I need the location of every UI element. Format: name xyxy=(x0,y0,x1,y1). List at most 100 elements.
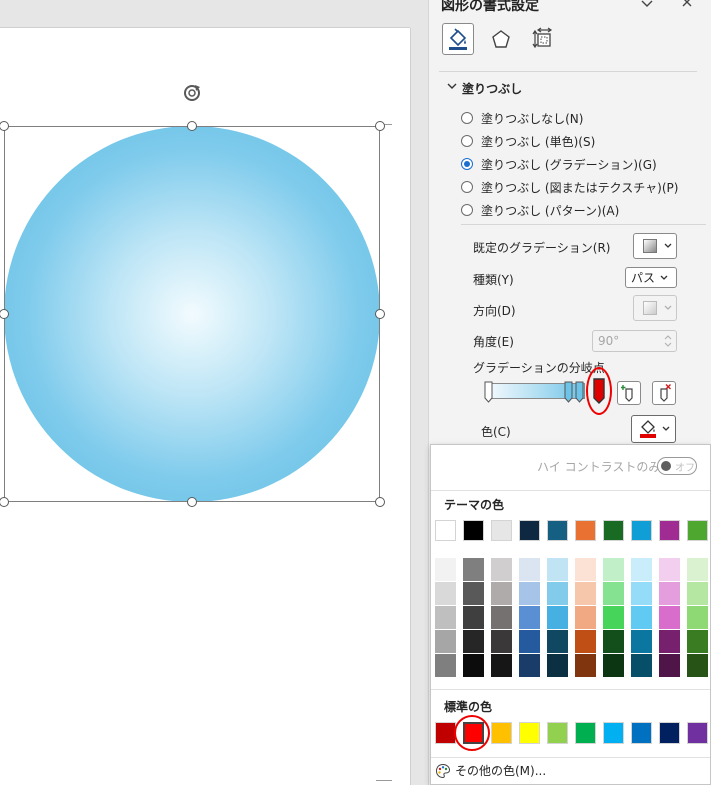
theme-color-swatch[interactable] xyxy=(519,520,540,541)
theme-shade-swatch[interactable] xyxy=(659,558,680,581)
resize-handle-se[interactable] xyxy=(375,497,385,507)
theme-shade-swatch[interactable] xyxy=(687,654,708,677)
tab-size-properties[interactable] xyxy=(527,23,559,55)
theme-shade-swatch[interactable] xyxy=(575,630,596,653)
standard-color-swatch[interactable] xyxy=(519,722,540,744)
theme-shade-swatch[interactable] xyxy=(575,582,596,605)
radio-button[interactable] xyxy=(461,112,473,124)
tab-fill-line[interactable] xyxy=(442,23,474,55)
gradient-stop-2[interactable] xyxy=(564,381,573,403)
radio-button[interactable] xyxy=(461,204,473,216)
standard-color-swatch[interactable] xyxy=(603,722,624,744)
standard-color-swatch[interactable] xyxy=(435,722,456,744)
gradient-stop-1[interactable] xyxy=(484,381,493,403)
theme-shade-swatch[interactable] xyxy=(519,654,540,677)
theme-color-swatch[interactable] xyxy=(687,520,708,541)
standard-color-swatch[interactable] xyxy=(547,722,568,744)
theme-shade-swatch[interactable] xyxy=(659,654,680,677)
radio-button-selected[interactable] xyxy=(461,158,473,170)
theme-shade-swatch[interactable] xyxy=(575,558,596,581)
theme-shade-swatch[interactable] xyxy=(491,606,512,629)
theme-shade-swatch[interactable] xyxy=(519,606,540,629)
gradient-type-dropdown[interactable]: パス xyxy=(625,267,677,288)
theme-color-swatch[interactable] xyxy=(631,520,652,541)
theme-shade-swatch[interactable] xyxy=(547,606,568,629)
theme-shade-swatch[interactable] xyxy=(603,606,624,629)
more-colors-button[interactable]: その他の色(M)... xyxy=(435,762,546,779)
theme-shade-swatch[interactable] xyxy=(547,630,568,653)
theme-shade-swatch[interactable] xyxy=(659,606,680,629)
theme-shade-swatch[interactable] xyxy=(603,630,624,653)
radio-picture-fill[interactable]: 塗りつぶし (図またはテクスチャ)(P) xyxy=(461,178,678,196)
theme-shade-swatch[interactable] xyxy=(463,606,484,629)
radio-solid-fill[interactable]: 塗りつぶし (単色)(S) xyxy=(461,132,595,150)
theme-shade-swatch[interactable] xyxy=(631,558,652,581)
resize-handle-n[interactable] xyxy=(187,121,197,131)
standard-color-swatch[interactable] xyxy=(491,722,512,744)
gradient-stop-3[interactable] xyxy=(575,381,584,403)
theme-shade-swatch[interactable] xyxy=(631,582,652,605)
theme-shade-swatch[interactable] xyxy=(435,582,456,605)
theme-color-swatch[interactable] xyxy=(603,520,624,541)
theme-color-swatch[interactable] xyxy=(659,520,680,541)
close-icon[interactable] xyxy=(679,0,695,12)
radio-no-fill[interactable]: 塗りつぶしなし(N) xyxy=(461,109,583,127)
theme-shade-swatch[interactable] xyxy=(687,606,708,629)
theme-shade-swatch[interactable] xyxy=(631,630,652,653)
theme-shade-swatch[interactable] xyxy=(547,654,568,677)
theme-shade-swatch[interactable] xyxy=(435,654,456,677)
radio-pattern-fill[interactable]: 塗りつぶし (パターン)(A) xyxy=(461,201,619,219)
preset-gradient-dropdown[interactable] xyxy=(633,233,677,259)
theme-shade-swatch[interactable] xyxy=(519,582,540,605)
theme-shade-swatch[interactable] xyxy=(547,558,568,581)
remove-gradient-stop-button[interactable] xyxy=(652,381,676,405)
standard-color-swatch[interactable] xyxy=(631,722,652,744)
theme-shade-swatch[interactable] xyxy=(463,654,484,677)
chevron-down-icon[interactable] xyxy=(446,80,458,92)
theme-shade-swatch[interactable] xyxy=(435,630,456,653)
standard-color-swatch[interactable] xyxy=(659,722,680,744)
high-contrast-toggle[interactable]: オフ xyxy=(657,457,697,475)
theme-shade-swatch[interactable] xyxy=(435,558,456,581)
theme-shade-swatch[interactable] xyxy=(491,558,512,581)
theme-shade-swatch[interactable] xyxy=(463,582,484,605)
tab-effects[interactable] xyxy=(485,23,517,55)
radio-gradient-fill[interactable]: 塗りつぶし (グラデーション)(G) xyxy=(461,155,657,173)
theme-shade-swatch[interactable] xyxy=(603,558,624,581)
theme-shade-swatch[interactable] xyxy=(687,558,708,581)
radio-button[interactable] xyxy=(461,181,473,193)
theme-shade-swatch[interactable] xyxy=(491,582,512,605)
theme-shade-swatch[interactable] xyxy=(519,558,540,581)
theme-shade-swatch[interactable] xyxy=(631,654,652,677)
theme-shade-swatch[interactable] xyxy=(687,582,708,605)
color-dropdown-button[interactable] xyxy=(631,415,676,443)
resize-handle-s[interactable] xyxy=(187,497,197,507)
resize-handle-ne[interactable] xyxy=(375,121,385,131)
theme-shade-swatch[interactable] xyxy=(575,654,596,677)
standard-color-swatch[interactable] xyxy=(687,722,708,744)
standard-color-swatch[interactable] xyxy=(575,722,596,744)
theme-color-swatch[interactable] xyxy=(491,520,512,541)
theme-shade-swatch[interactable] xyxy=(463,558,484,581)
add-gradient-stop-button[interactable] xyxy=(617,381,641,405)
theme-shade-swatch[interactable] xyxy=(603,582,624,605)
rotate-handle-icon[interactable] xyxy=(181,82,203,104)
theme-color-swatch[interactable] xyxy=(463,520,484,541)
chevron-down-icon[interactable] xyxy=(639,0,655,12)
theme-shade-swatch[interactable] xyxy=(519,630,540,653)
radio-button[interactable] xyxy=(461,135,473,147)
theme-shade-swatch[interactable] xyxy=(575,606,596,629)
theme-color-swatch[interactable] xyxy=(575,520,596,541)
theme-shade-swatch[interactable] xyxy=(463,630,484,653)
theme-shade-swatch[interactable] xyxy=(659,582,680,605)
theme-color-swatch[interactable] xyxy=(547,520,568,541)
theme-shade-swatch[interactable] xyxy=(659,630,680,653)
theme-shade-swatch[interactable] xyxy=(547,582,568,605)
section-title-fill[interactable]: 塗りつぶし xyxy=(462,80,522,97)
theme-shade-swatch[interactable] xyxy=(491,630,512,653)
theme-shade-swatch[interactable] xyxy=(491,654,512,677)
theme-shade-swatch[interactable] xyxy=(603,654,624,677)
resize-handle-e[interactable] xyxy=(375,309,385,319)
theme-shade-swatch[interactable] xyxy=(435,606,456,629)
theme-shade-swatch[interactable] xyxy=(687,630,708,653)
